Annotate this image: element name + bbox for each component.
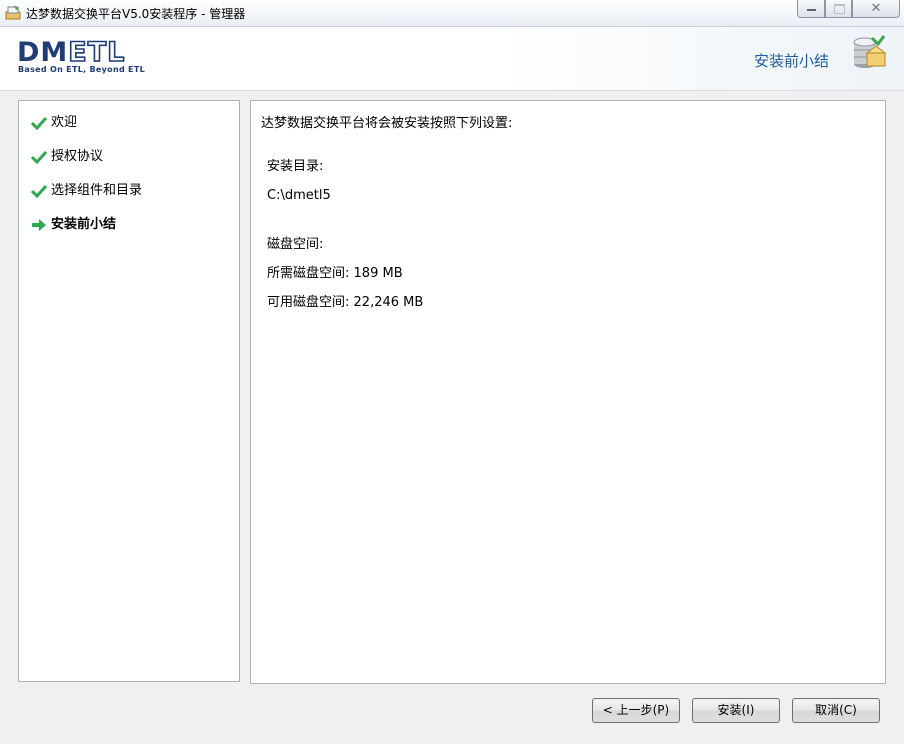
window-title: 达梦数据交换平台V5.0安装程序 - 管理器 — [26, 7, 246, 21]
database-install-icon — [853, 35, 887, 68]
install-dir-label: 安装目录: — [267, 159, 324, 174]
installer-header: DMETL Based On ETL, Beyond ETL 安装前小结 — [0, 27, 904, 91]
cancel-button[interactable]: 取消(C) — [792, 698, 880, 723]
step-title: 安装前小结 — [754, 52, 830, 70]
available-space-value: 22,246 MB — [353, 295, 424, 310]
close-icon: ✕ — [870, 1, 882, 16]
maximize-icon — [834, 4, 845, 14]
step-label: 安装前小结 — [51, 217, 117, 232]
logo-etl-text: ETL — [67, 37, 126, 68]
step-label: 选择组件和目录 — [51, 183, 143, 198]
maximize-button[interactable] — [825, 0, 852, 18]
arrow-right-icon — [32, 219, 46, 231]
logo-tagline: Based On ETL, Beyond ETL — [18, 65, 145, 74]
install-dir-value: C:\dmetl5 — [267, 188, 331, 203]
minimize-icon — [807, 9, 816, 11]
logo-dm-text: DM — [17, 37, 69, 68]
dmetl-logo: DMETL — [17, 37, 126, 68]
required-space-row: 所需磁盘空间: 189 MB — [267, 266, 403, 282]
checkmark-icon — [31, 184, 47, 198]
required-space-label: 所需磁盘空间: — [267, 266, 350, 281]
checkmark-icon — [31, 116, 47, 130]
required-space-value: 189 MB — [353, 266, 403, 281]
summary-intro: 达梦数据交换平台将会被安装按照下列设置: — [261, 116, 513, 131]
step-label: 授权协议 — [51, 149, 104, 164]
installer-app-icon — [5, 5, 21, 20]
close-button[interactable]: ✕ — [852, 0, 900, 18]
checkmark-icon — [31, 150, 47, 164]
back-button[interactable]: < 上一步(P) — [592, 698, 680, 723]
step-list: 欢迎 授权协议 选择组件和目录 安装前小结 — [18, 100, 240, 682]
available-space-label: 可用磁盘空间: — [267, 295, 350, 310]
summary-panel: 达梦数据交换平台将会被安装按照下列设置: 安装目录: C:\dmetl5 磁盘空… — [250, 100, 886, 684]
step-label: 欢迎 — [51, 115, 78, 130]
minimize-button[interactable] — [797, 0, 825, 18]
available-space-row: 可用磁盘空间: 22,246 MB — [267, 295, 423, 311]
window-titlebar[interactable]: 达梦数据交换平台V5.0安装程序 - 管理器 ✕ — [0, 0, 904, 27]
disk-space-label: 磁盘空间: — [267, 237, 324, 252]
install-button[interactable]: 安装(I) — [692, 698, 780, 723]
